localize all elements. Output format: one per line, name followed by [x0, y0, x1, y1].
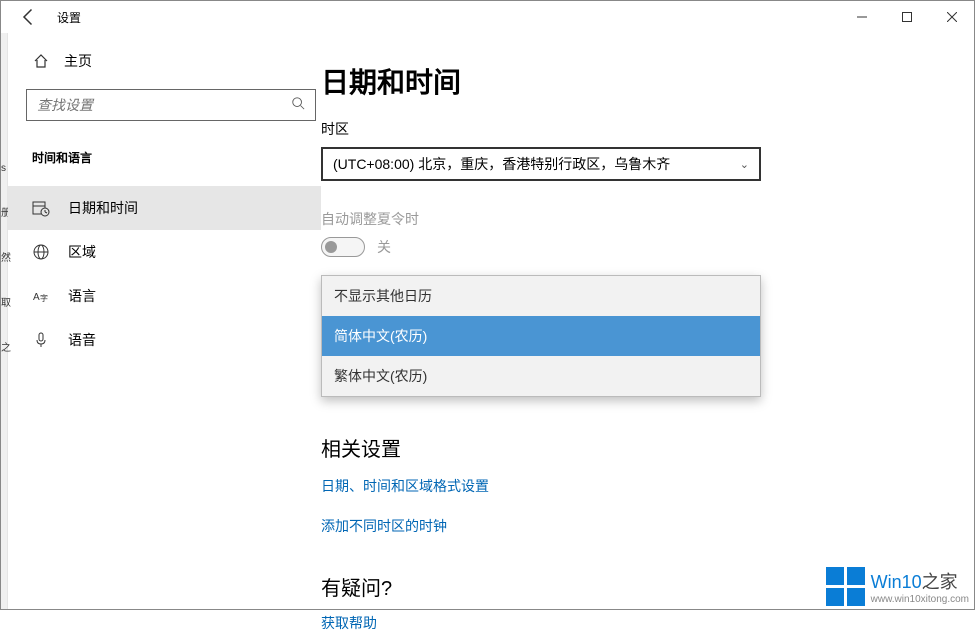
minimize-button[interactable]: [839, 2, 884, 32]
toggle-knob: [325, 241, 337, 253]
calendar-clock-icon: [32, 199, 50, 217]
svg-text:字: 字: [40, 293, 48, 303]
main-content: 日期和时间 时区 (UTC+08:00) 北京，重庆，香港特别行政区，乌鲁木齐 …: [321, 33, 974, 609]
related-settings-title: 相关设置: [321, 433, 974, 462]
dst-label: 自动调整夏令时: [321, 209, 974, 229]
calendar-option[interactable]: 简体中文(农历): [322, 316, 760, 356]
calendar-dropdown-open: 不显示其他日历 简体中文(农历) 繁体中文(农历): [321, 275, 761, 397]
search-input[interactable]: [37, 97, 291, 113]
microphone-icon: [32, 331, 50, 349]
calendar-option[interactable]: 繁体中文(农历): [322, 356, 760, 396]
home-link[interactable]: 主页: [26, 51, 321, 71]
timezone-label: 时区: [321, 119, 974, 139]
svg-text:A: A: [33, 292, 40, 303]
timezone-value: (UTC+08:00) 北京，重庆，香港特别行政区，乌鲁木齐: [333, 154, 670, 174]
titlebar-left: 设置: [19, 7, 81, 27]
window-body: s册然取之 主页 时间和语言 日期和时间: [1, 33, 974, 609]
search-input-box[interactable]: [26, 89, 316, 121]
nav-region[interactable]: 区域: [26, 230, 321, 274]
back-button[interactable]: [19, 7, 39, 27]
maximize-button[interactable]: [884, 2, 929, 32]
globe-icon: [32, 243, 50, 261]
nav-label: 区域: [68, 242, 96, 262]
window-title: 设置: [57, 9, 81, 26]
link-date-format[interactable]: 日期、时间和区域格式设置: [321, 476, 974, 496]
close-button[interactable]: [929, 2, 974, 32]
link-add-clocks[interactable]: 添加不同时区的时钟: [321, 516, 974, 536]
link-get-help[interactable]: 获取帮助: [321, 613, 974, 633]
sidebar: 主页 时间和语言 日期和时间 区域: [8, 33, 321, 609]
titlebar: 设置: [1, 1, 974, 33]
nav-label: 语音: [68, 330, 96, 350]
nav-date-time[interactable]: 日期和时间: [8, 186, 321, 230]
settings-window: 设置 s册然取之 主页 时间和语言: [0, 0, 975, 610]
window-controls: [839, 2, 974, 32]
home-icon: [32, 52, 50, 70]
nav-label: 语言: [68, 286, 96, 306]
left-edge-fragment: s册然取之: [1, 33, 8, 609]
windows-logo-icon: [826, 567, 865, 606]
search-icon: [291, 96, 305, 115]
home-label: 主页: [64, 51, 92, 71]
nav-language[interactable]: A字 语言: [26, 274, 321, 318]
timezone-dropdown[interactable]: (UTC+08:00) 北京，重庆，香港特别行政区，乌鲁木齐 ⌄: [321, 147, 761, 181]
category-header: 时间和语言: [32, 149, 321, 166]
nav-label: 日期和时间: [68, 198, 138, 218]
watermark-text: Win10之家 www.win10xitong.com: [871, 568, 969, 605]
watermark: Win10之家 www.win10xitong.com: [826, 567, 969, 606]
chevron-down-icon: ⌄: [740, 158, 749, 171]
watermark-url: www.win10xitong.com: [871, 594, 969, 605]
dst-toggle-row: 关: [321, 237, 974, 257]
watermark-brand-a: Win10: [871, 572, 922, 592]
dst-toggle[interactable]: [321, 237, 365, 257]
nav-speech[interactable]: 语音: [26, 318, 321, 362]
watermark-brand-b: 之家: [922, 572, 958, 592]
page-title: 日期和时间: [321, 61, 974, 101]
dst-state: 关: [377, 237, 391, 257]
language-icon: A字: [32, 287, 50, 305]
calendar-option[interactable]: 不显示其他日历: [322, 276, 760, 316]
